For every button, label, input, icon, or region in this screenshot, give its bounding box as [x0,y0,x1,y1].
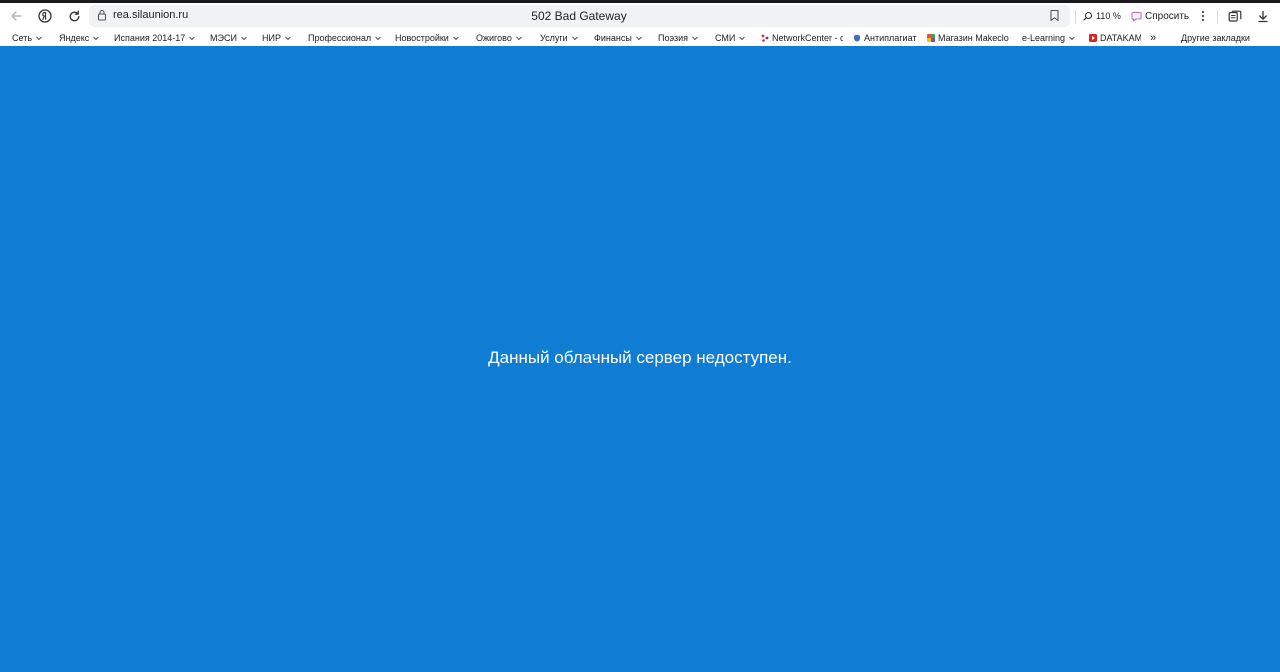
reload-icon [69,10,79,21]
chevron-down-icon [1069,36,1075,41]
bookmark-label: Испания 2014-17 [114,32,186,43]
bookmark-folder-new-buildings[interactable]: Новостройки [395,31,460,45]
page-content: Данный облачный сервер недоступен. [0,46,1280,672]
menu-button[interactable] [1191,5,1215,27]
bookmark-antiplagiat[interactable]: Антиплагиат [853,31,917,45]
other-bookmarks-folder[interactable]: Другие закладки [1181,31,1250,45]
ask-label: Спросить [1145,10,1190,22]
bookmark-label: Ожигово [476,32,512,43]
arrow-left-icon [11,11,22,21]
toolbar-divider-2 [1217,10,1218,24]
bookmark-label: e-Learning [1022,32,1066,43]
yandex-button[interactable] [33,5,57,27]
toolbar-divider [1075,10,1076,24]
yandex-logo-icon [38,9,52,23]
lock-icon [97,9,107,21]
chevron-down-icon [285,36,291,41]
reload-button[interactable] [62,5,86,27]
chevron-down-icon [739,36,746,41]
tabs-button[interactable] [1223,5,1247,27]
bookmark-folder-elearning[interactable]: e-Learning [1022,31,1076,45]
bookmark-label: СМИ [715,32,736,43]
bookmark-label: Другие закладки [1181,32,1250,43]
play-icon [1089,34,1097,42]
bookmark-icon[interactable] [1049,9,1060,22]
bookmark-makeclo-shop[interactable]: Магазин Makeclo [927,31,1015,45]
ask-button[interactable]: Спросить [1127,5,1191,27]
zoom-button[interactable]: 110 % [1078,5,1125,27]
chevron-down-icon [692,36,698,41]
error-message: Данный облачный сервер недоступен. [488,348,792,367]
bookmark-folder-spain[interactable]: Испания 2014-17 [114,31,196,45]
bookmark-label: Профессионал [308,32,372,43]
bookmark-datakam[interactable]: DATAKAM [1089,31,1141,45]
bookmark-label: NetworkCenter - с [772,32,843,43]
chevron-down-icon [241,36,247,41]
back-button[interactable] [4,5,28,27]
bookmark-networkcenter[interactable]: NetworkCenter - с [761,31,843,45]
page-title: 502 Bad Gateway [531,9,627,23]
bookmark-folder-professional[interactable]: Профессионал [308,31,382,45]
bookmark-label: Услуги [540,32,568,43]
bookmarks-overflow-label: » [1150,31,1157,44]
shop-grid-icon [927,34,935,42]
bookmark-label: Финансы [594,32,632,43]
bookmark-folder-mesi[interactable]: МЭСИ [210,31,248,45]
address-bar[interactable]: rea.silaunion.ru 502 Bad Gateway [89,5,1070,27]
bookmarks-overflow-button[interactable]: » [1150,31,1156,45]
chevron-down-icon [93,36,100,41]
bookmark-label: НИР [262,32,281,43]
shield-icon [854,34,860,42]
bookmark-label: Яндекс [59,32,90,43]
zoom-icon [1083,11,1093,21]
bookmark-label: Новостройки [395,32,449,43]
browser-toolbar: rea.silaunion.ru 502 Bad Gateway 110 % С… [0,3,1280,29]
bookmark-folder-yandex[interactable]: Яндекс [59,31,100,45]
address-url: rea.silaunion.ru [113,9,189,21]
zoom-level: 110 % [1096,11,1121,21]
downloads-button[interactable] [1251,5,1275,27]
chevron-down-icon [36,36,42,41]
chevron-down-icon [375,36,382,41]
chevron-down-icon [452,36,459,41]
bookmark-label: DATAKAM [1100,32,1141,43]
bookmark-folder-nir[interactable]: НИР [262,31,292,45]
chevron-down-icon [189,36,196,41]
chevron-down-icon [571,36,578,41]
ask-assistant-icon [1131,11,1142,21]
bookmark-label: Антиплагиат [864,32,917,43]
bookmark-folder-finance[interactable]: Финансы [594,31,643,45]
bookmark-label: Магазин Makeclo [938,32,1009,43]
bookmark-folder-poetry[interactable]: Поэзия [658,31,699,45]
bookmarks-bar: Сеть Яндекс Испания 2014-17 МЭСИ НИР Про… [0,29,1280,46]
bookmark-folder-services[interactable]: Услуги [540,31,579,45]
chevron-down-icon [635,36,642,41]
networkcenter-icon [761,34,769,42]
bookmark-folder-set[interactable]: Сеть [12,31,43,45]
download-icon [1258,10,1268,22]
tab-collection-icon [1228,10,1242,22]
chevron-down-icon [515,36,522,41]
bookmark-label: Поэзия [658,32,688,43]
more-vertical-icon [1201,10,1205,22]
bookmark-label: Сеть [12,32,33,43]
bookmark-label: МЭСИ [210,32,237,43]
bookmark-folder-ozhigovo[interactable]: Ожигово [476,31,523,45]
bookmark-folder-media[interactable]: СМИ [715,31,746,45]
